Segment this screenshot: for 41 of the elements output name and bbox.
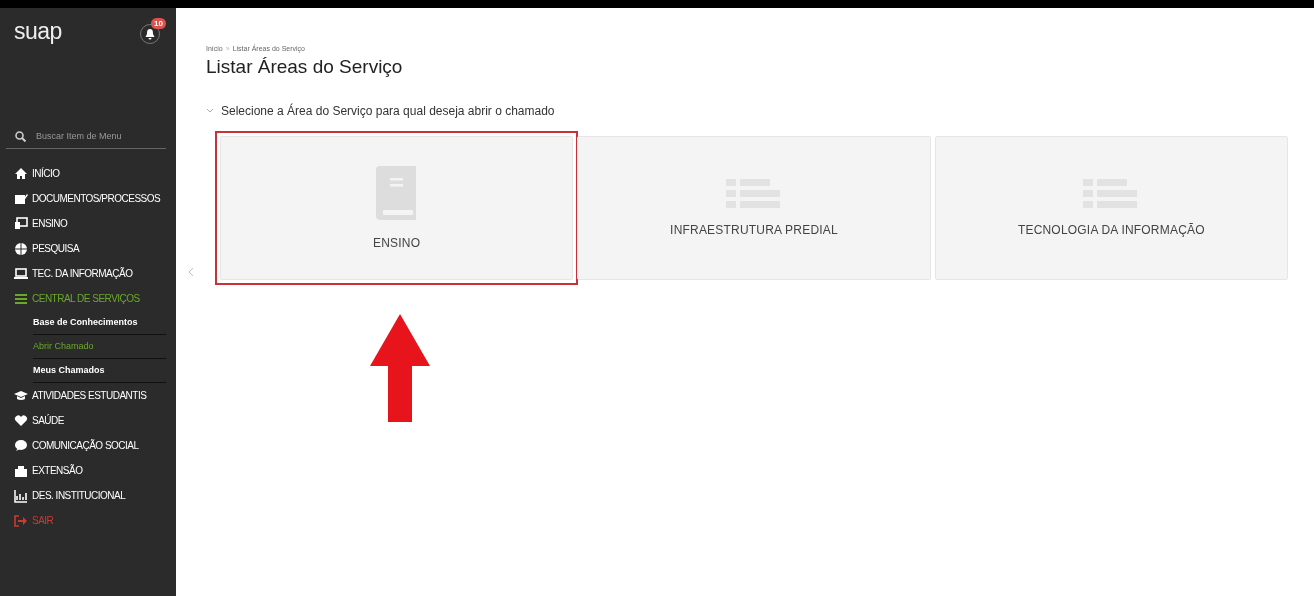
briefcase-icon (14, 463, 28, 478)
exit-icon (14, 513, 28, 528)
logo[interactable]: suap (14, 18, 62, 45)
menu-item[interactable]: INÍCIO (6, 161, 166, 186)
menu-item[interactable]: CENTRAL DE SERVIÇOS (6, 286, 166, 311)
menu-item[interactable]: DOCUMENTOS/PROCESSOS (6, 186, 166, 211)
screen-icon (14, 216, 28, 231)
service-card[interactable]: TECNOLOGIA DA INFORMAÇÃO (934, 136, 1288, 280)
chat-icon (14, 438, 28, 453)
document-icon (14, 191, 28, 206)
menu-item[interactable]: PESQUISA (6, 236, 166, 261)
card-label: INFRAESTRUTURA PREDIAL (670, 223, 838, 237)
submenu-item[interactable]: Base de Conhecimentos (33, 311, 166, 335)
card-label: ENSINO (373, 236, 421, 250)
menu-item[interactable]: ENSINO (6, 211, 166, 236)
search-icon (15, 130, 26, 142)
chevron-icon (206, 108, 214, 114)
menu-item[interactable]: COMUNICAÇÃO SOCIAL (6, 433, 166, 458)
laptop-icon (14, 266, 28, 281)
card-label: TECNOLOGIA DA INFORMAÇÃO (1017, 223, 1205, 237)
section-toggle[interactable]: Selecione a Área do Serviço para qual deseja abrir o chamado (206, 104, 1288, 118)
service-card[interactable]: ENSINO (220, 136, 574, 280)
heart-icon (14, 413, 28, 428)
submenu-item[interactable]: Meus Chamados (33, 359, 166, 383)
menu-item[interactable]: SAÚDE (6, 408, 166, 433)
home-icon (14, 166, 28, 181)
page-title: Listar Áreas do Serviço (206, 56, 404, 78)
chart-icon (14, 488, 28, 503)
menu-item[interactable]: DES. INSTITUCIONAL (6, 483, 166, 508)
menu-item[interactable]: TEC. DA INFORMAÇÃO (6, 261, 166, 286)
globe-icon (14, 241, 28, 256)
collapse-icon (188, 267, 194, 277)
menu-item[interactable]: ATIVIDADES ESTUDANTIS (6, 383, 166, 408)
list-icon (14, 291, 28, 306)
submenu-item[interactable]: Abrir Chamado (33, 335, 166, 359)
graduation-cap-icon (14, 388, 28, 403)
bell-icon (144, 28, 156, 40)
notification-badge: 10 (151, 18, 166, 29)
service-card[interactable]: INFRAESTRUTURA PREDIAL (577, 136, 931, 280)
search-field[interactable]: Buscar Item de Menu (34, 130, 158, 142)
menu-item[interactable]: EXTENSÃO (6, 458, 166, 483)
